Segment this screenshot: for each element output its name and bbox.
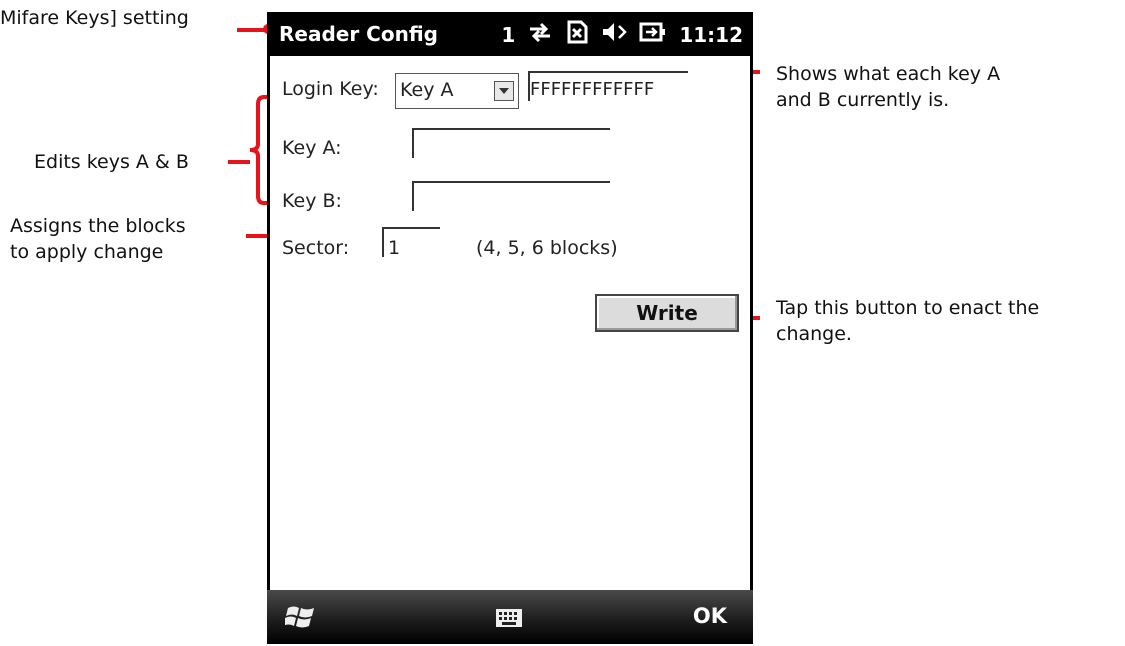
annotation-assigns-1: Assigns the blocks — [10, 215, 186, 237]
phone-screen: Reader Config 1 11:12 Login Key: Key A F… — [267, 12, 753, 644]
annotation-shows-2: and B currently is. — [776, 89, 950, 111]
form-area: Login Key: Key A FFFFFFFFFFFF Key A: Key… — [270, 56, 750, 590]
app-title: Reader Config — [279, 22, 438, 46]
login-key-selected: Key A — [400, 79, 454, 101]
sector-label: Sector: — [282, 237, 350, 259]
battery-charging-icon — [639, 20, 667, 49]
sector-field[interactable]: 1 — [382, 227, 440, 259]
menu-bar: OK — [267, 590, 753, 644]
key-a-label: Key A: — [282, 137, 342, 159]
login-key-value-field[interactable]: FFFFFFFFFFFF — [528, 71, 688, 101]
write-button[interactable]: Write — [595, 294, 739, 332]
login-key-select[interactable]: Key A — [395, 73, 519, 109]
clock: 11:12 — [679, 22, 743, 47]
login-key-value: FFFFFFFFFFFF — [530, 79, 655, 100]
annotation-tap-2: change. — [776, 323, 852, 345]
annotation-edits-keys: Edits keys A & B — [34, 151, 189, 173]
chevron-down-icon[interactable] — [494, 81, 514, 101]
key-a-field[interactable] — [412, 128, 610, 158]
key-b-field[interactable] — [412, 181, 610, 211]
annotation-shows-1: Shows what each key A — [776, 63, 1001, 85]
login-key-label: Login Key: — [282, 78, 379, 100]
no-sim-icon — [565, 20, 589, 49]
windows-start-icon[interactable] — [283, 602, 317, 636]
sector-hint: (4, 5, 6 blocks) — [476, 237, 618, 259]
signal-number: 1 — [501, 22, 516, 47]
sync-icon — [527, 21, 553, 48]
status-icons: 1 11:12 — [501, 20, 743, 49]
keyboard-icon[interactable] — [495, 608, 523, 632]
sector-value: 1 — [388, 237, 401, 259]
speaker-mute-icon — [601, 20, 628, 49]
title-bar: Reader Config 1 11:12 — [267, 12, 753, 56]
annotation-assigns-2: to apply change — [10, 241, 164, 263]
annotation-setting: Mifare Keys] setting — [0, 7, 189, 29]
key-b-label: Key B: — [282, 190, 342, 212]
annotation-tap-1: Tap this button to enact the — [776, 297, 1040, 319]
ok-button[interactable]: OK — [693, 604, 727, 628]
